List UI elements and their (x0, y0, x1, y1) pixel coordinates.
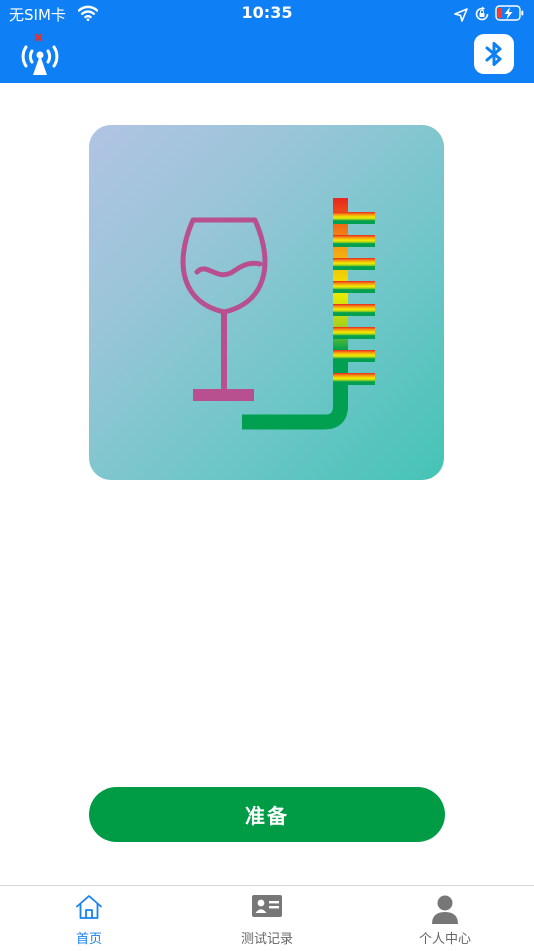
battery-charging-icon (495, 5, 525, 25)
person-icon (356, 894, 534, 924)
location-arrow-icon (454, 7, 468, 26)
tab-profile[interactable]: 个人中心 (356, 886, 534, 951)
home-icon (0, 894, 178, 924)
tab-profile-label: 个人中心 (418, 932, 471, 947)
app-header: 无SIM卡 10:35 (0, 0, 534, 83)
bluetooth-icon (485, 42, 502, 66)
rotation-lock-icon (474, 6, 490, 26)
wine-glass-meter-illustration (89, 125, 444, 480)
bluetooth-button[interactable] (474, 34, 514, 74)
wine-glass-meter-icon (180, 198, 375, 430)
id-card-icon (178, 894, 356, 924)
ready-button[interactable]: 准备 (89, 787, 445, 842)
tab-test-records[interactable]: 测试记录 (178, 886, 356, 951)
status-bar: 无SIM卡 10:35 (0, 0, 534, 28)
tab-home-label: 首页 (75, 932, 102, 947)
tab-test-records-label: 测试记录 (240, 932, 293, 947)
signal-tower-icon[interactable] (18, 33, 62, 77)
tab-bar: 首页 测试记录 个人中心 (0, 885, 534, 951)
tab-home[interactable]: 首页 (0, 886, 178, 951)
